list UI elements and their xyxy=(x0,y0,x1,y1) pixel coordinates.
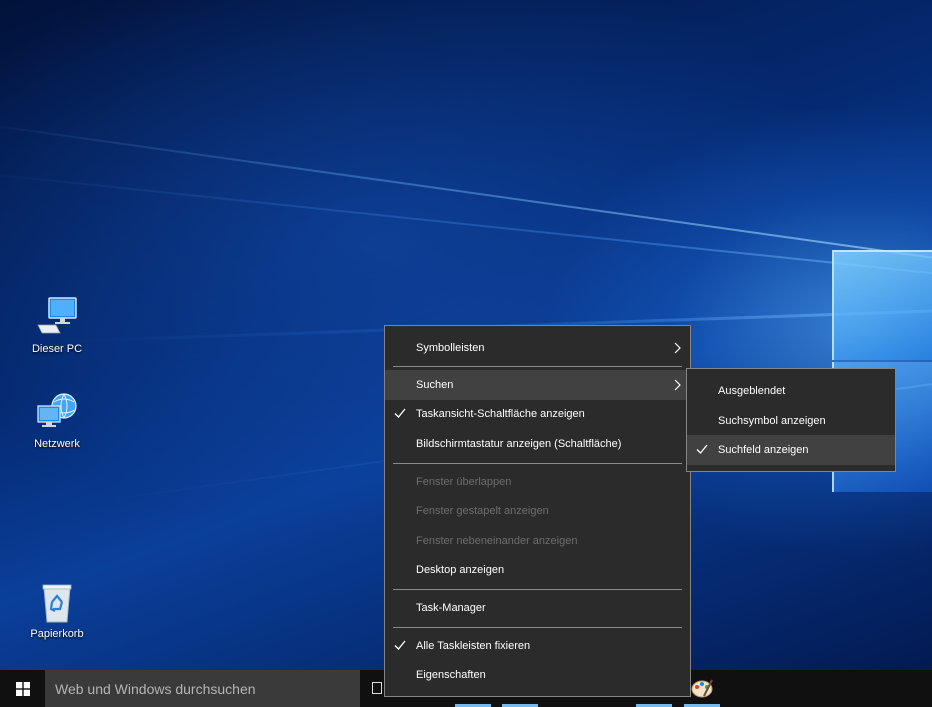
menu-item-fenster-ueberlappen: Fenster überlappen xyxy=(416,476,512,488)
chevron-right-icon xyxy=(674,379,681,391)
taskbar-search-box[interactable] xyxy=(45,670,360,707)
checkmark-icon xyxy=(394,640,406,650)
menu-item-taskansicht[interactable]: Taskansicht-Schaltfläche anzeigen xyxy=(385,399,690,429)
menu-item-symbolleisten[interactable]: Symbolleisten xyxy=(385,333,690,363)
menu-item-eigenschaften[interactable]: Eigenschaften xyxy=(385,660,690,690)
menu-separator xyxy=(393,366,682,367)
checkmark-icon xyxy=(394,408,406,418)
menu-separator xyxy=(393,627,682,628)
wallpaper-light-beam xyxy=(0,120,932,276)
menu-item-task-manager[interactable]: Task-Manager xyxy=(385,593,690,623)
task-view-icon[interactable] xyxy=(372,682,382,694)
menu-item-bildschirmtastatur[interactable]: Bildschirmtastatur anzeigen (Schaltfläch… xyxy=(385,429,690,459)
taskbar-context-menu: Symbolleisten Suchen Taskansicht-Schaltf… xyxy=(384,325,691,697)
search-submenu: Ausgeblendet Suchsymbol anzeigen Suchfel… xyxy=(686,368,896,472)
desktop-icon-label: Papierkorb xyxy=(30,628,84,640)
chevron-right-icon xyxy=(674,342,681,354)
computer-icon xyxy=(37,297,77,334)
network-icon xyxy=(37,393,77,427)
menu-separator xyxy=(393,463,682,464)
windows-logo-icon xyxy=(15,681,30,696)
taskbar-search-input[interactable] xyxy=(45,670,360,707)
start-button[interactable] xyxy=(0,670,45,707)
desktop-icon-netzwerk[interactable]: Netzwerk xyxy=(17,390,97,450)
menu-separator xyxy=(393,589,682,590)
paint-icon[interactable] xyxy=(690,676,714,700)
menu-item-taskleisten-fixieren[interactable]: Alle Taskleisten fixieren xyxy=(385,631,690,661)
submenu-item-suchsymbol[interactable]: Suchsymbol anzeigen xyxy=(687,406,895,436)
submenu-item-suchfeld[interactable]: Suchfeld anzeigen xyxy=(687,435,895,465)
wallpaper-light-beam xyxy=(0,170,932,287)
menu-item-suchen[interactable]: Suchen xyxy=(385,370,690,400)
desktop-icon-dieser-pc[interactable]: Dieser PC xyxy=(17,295,97,355)
menu-item-fenster-gestapelt: Fenster gestapelt anzeigen xyxy=(416,505,549,517)
menu-item-desktop-anzeigen[interactable]: Desktop anzeigen xyxy=(385,555,690,585)
recycle-bin-icon xyxy=(42,584,72,623)
desktop-icon-label: Netzwerk xyxy=(34,438,80,450)
submenu-item-ausgeblendet[interactable]: Ausgeblendet xyxy=(687,376,895,406)
desktop-icon-label: Dieser PC xyxy=(31,343,83,355)
checkmark-icon xyxy=(696,444,708,454)
menu-item-fenster-nebeneinander: Fenster nebeneinander anzeigen xyxy=(416,535,578,547)
wallpaper-window-logo-pane xyxy=(832,250,932,360)
desktop-icon-papierkorb[interactable]: Papierkorb xyxy=(17,580,97,640)
